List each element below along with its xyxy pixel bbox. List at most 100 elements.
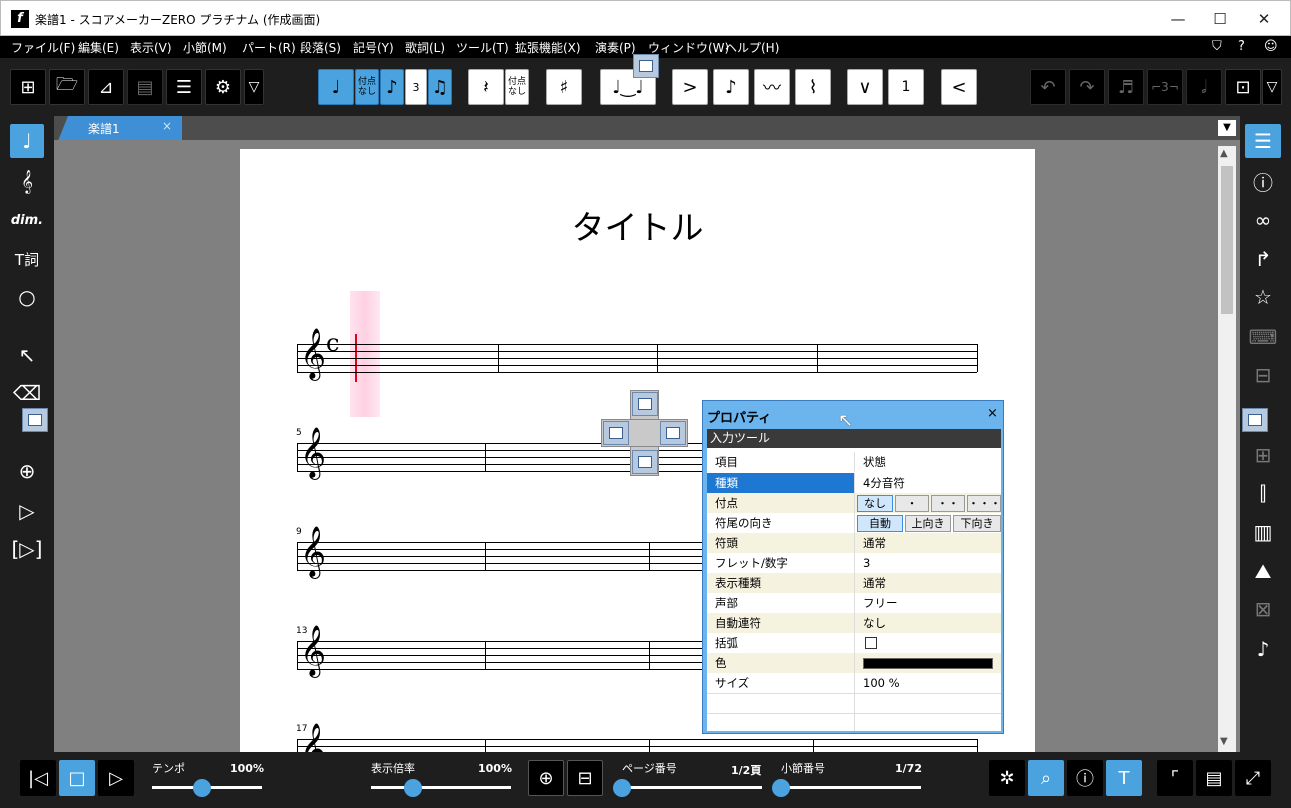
scroll-view-button[interactable]: ▤	[1196, 760, 1232, 796]
search-clear-button[interactable]: ⌕	[1028, 760, 1064, 796]
treble-clef[interactable]: 𝄞	[300, 431, 326, 475]
measure-slider-knob[interactable]	[772, 779, 790, 797]
tuplet-tool-button[interactable]: ⌐3¬	[1147, 69, 1183, 105]
tuplet-button[interactable]: 3	[405, 69, 427, 105]
menu-edit[interactable]: 編集(E)	[78, 39, 119, 56]
dot-none-button[interactable]: 付点 なし	[355, 69, 379, 105]
scroll-down-icon[interactable]: ▼	[1220, 736, 1228, 747]
prop-row-voice[interactable]: 声部 フリー	[707, 593, 1001, 613]
tempo-slider-knob[interactable]	[192, 779, 211, 797]
vertical-scrollbar[interactable]: ▲ ▼	[1218, 146, 1236, 752]
mixer-button[interactable]: ⫿	[1245, 476, 1281, 510]
quarter-note-button[interactable]: ♩	[318, 69, 354, 105]
stem-direction-button[interactable]: ♪	[380, 69, 404, 105]
dock-guide-right[interactable]	[1242, 408, 1268, 432]
prop-row-type[interactable]: 種類 4分音符	[707, 473, 1001, 493]
barline[interactable]	[649, 641, 650, 669]
barline[interactable]	[485, 739, 486, 752]
page-view-button[interactable]: ⌜	[1157, 760, 1193, 796]
menu-view[interactable]: 表示(V)	[130, 39, 172, 56]
play-range-tool[interactable]: [▷]	[10, 532, 44, 566]
menu-file[interactable]: ファイル(F)	[11, 39, 75, 56]
fingering-button[interactable]: 1	[888, 69, 924, 105]
trill-button[interactable]: 〰	[754, 69, 790, 105]
compass-left[interactable]	[603, 421, 629, 445]
menu-extensions[interactable]: 拡張機能(X)	[515, 39, 581, 56]
time-signature[interactable]: c	[326, 331, 339, 355]
stem-auto-option[interactable]: 自動	[857, 515, 903, 532]
compass-bottom[interactable]	[632, 450, 658, 474]
piano-button[interactable]: ▥	[1245, 515, 1281, 549]
prop-row-bracket[interactable]: 括弧	[707, 633, 1001, 653]
help-icon[interactable]: ?	[1238, 39, 1245, 54]
info-button[interactable]: ⓘ	[1245, 164, 1281, 198]
tab-list-dropdown[interactable]: ▼	[1218, 120, 1236, 136]
note-input-tool[interactable]: ♩	[10, 124, 44, 158]
properties-close-icon[interactable]: ×	[987, 406, 998, 421]
menu-paragraph[interactable]: 段落(S)	[300, 39, 341, 56]
menu-measure[interactable]: 小節(M)	[183, 39, 227, 56]
sharp-button[interactable]: ♯	[546, 69, 582, 105]
fit-width-button[interactable]: ⊟	[567, 760, 603, 796]
undo-button[interactable]: ↶	[1030, 69, 1066, 105]
prop-value[interactable]: 100 %	[857, 673, 1001, 693]
zoom-tool[interactable]: ⊕	[10, 454, 44, 488]
stem-down-option[interactable]: 下向き	[953, 515, 1001, 532]
bracket-checkbox[interactable]	[865, 637, 877, 649]
dot-double-option[interactable]: ・・	[931, 495, 965, 512]
menu-symbol[interactable]: 記号(Y)	[353, 39, 394, 56]
toolbar-more-right-button[interactable]: ▽	[1262, 69, 1282, 105]
measure-slider-track[interactable]	[781, 786, 921, 789]
redo-button[interactable]: ↷	[1069, 69, 1105, 105]
dock-guide-top[interactable]	[633, 54, 659, 78]
prop-value[interactable]: なし	[857, 613, 1001, 633]
barline[interactable]	[977, 739, 978, 752]
scroll-thumb[interactable]	[1221, 166, 1233, 314]
rewind-button[interactable]: |◁	[20, 760, 56, 796]
new-score-button[interactable]: ⊞	[10, 69, 46, 105]
barline[interactable]	[813, 739, 814, 752]
treble-clef[interactable]: 𝄞	[300, 530, 326, 574]
barline[interactable]	[485, 443, 486, 471]
bowing-button[interactable]: ∨	[847, 69, 883, 105]
play-button[interactable]: ▷	[98, 760, 134, 796]
graph-button[interactable]: ⛰	[1245, 554, 1281, 588]
close-button[interactable]: ✕	[1241, 1, 1287, 37]
prop-row-display[interactable]: 表示種類 通常	[707, 573, 1001, 593]
prop-value[interactable]: 通常	[857, 533, 1001, 553]
preferences-button[interactable]: ⚙	[205, 69, 241, 105]
clef-edit-tool[interactable]: 𝄞	[10, 164, 44, 198]
select-tool[interactable]: ↖	[10, 338, 44, 372]
maximize-button[interactable]: ☐	[1197, 1, 1243, 37]
arpeggio-button[interactable]: ⌇	[795, 69, 831, 105]
color-swatch[interactable]	[863, 658, 993, 669]
compass-right[interactable]	[660, 421, 686, 445]
view-button[interactable]: ∞	[1245, 203, 1281, 237]
dock-guide-left[interactable]	[22, 408, 48, 432]
prop-row-color[interactable]: 色	[707, 653, 1001, 673]
prop-value[interactable]: 4分音符	[857, 473, 1001, 493]
parts-button[interactable]: ⊞	[1245, 438, 1281, 472]
menu-lyrics[interactable]: 歌詞(L)	[405, 39, 445, 56]
property-panel-button[interactable]: ☰	[1245, 124, 1281, 158]
stop-button[interactable]: □	[59, 760, 95, 796]
check-button[interactable]: ⓘ	[1067, 760, 1103, 796]
navigate-button[interactable]: ↱	[1245, 242, 1281, 276]
barline[interactable]	[649, 739, 650, 752]
barline[interactable]	[657, 344, 658, 372]
barline[interactable]	[485, 542, 486, 570]
user-icon[interactable]: ☺	[1264, 39, 1278, 54]
prop-row-size[interactable]: サイズ 100 %	[707, 673, 1001, 693]
play-tool[interactable]: ▷	[10, 494, 44, 528]
prop-value[interactable]: 通常	[857, 573, 1001, 593]
prop-row-dot[interactable]: 付点 なし ・ ・・ ・・・	[707, 493, 1001, 513]
menu-play[interactable]: 演奏(P)	[595, 39, 636, 56]
menu-help[interactable]: ヘルプ(H)	[725, 39, 779, 56]
eraser-tool[interactable]: ⌫	[10, 376, 44, 410]
toolbar-more-button[interactable]: ▽	[244, 69, 264, 105]
zoom-slider-track[interactable]	[371, 786, 511, 789]
lyrics-tool[interactable]: T詞	[10, 242, 44, 276]
rest-button[interactable]: 𝄽	[468, 69, 504, 105]
barline[interactable]	[649, 542, 650, 570]
minimize-button[interactable]: —	[1155, 1, 1201, 37]
